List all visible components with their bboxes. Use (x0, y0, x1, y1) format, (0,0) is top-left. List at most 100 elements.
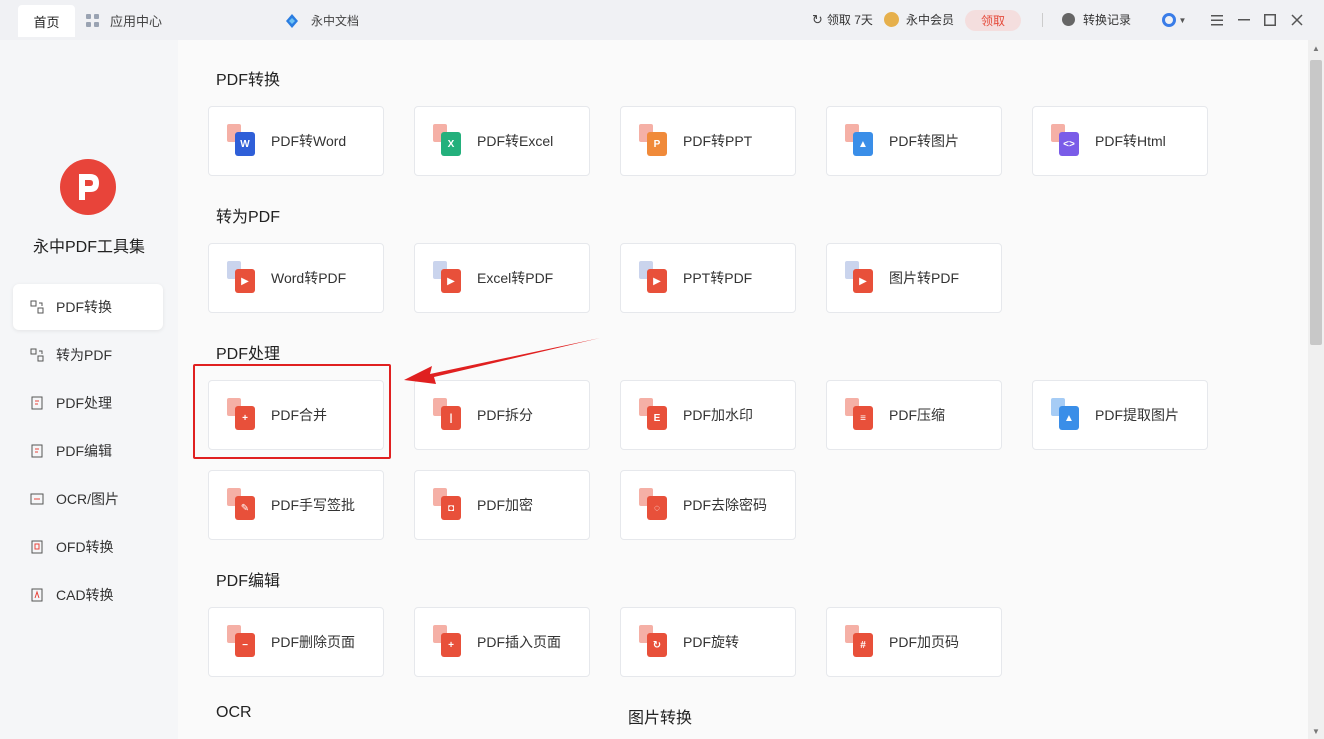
tool-card-label: PDF转图片 (889, 133, 959, 149)
tool-card[interactable]: X PDF转Excel (414, 106, 590, 176)
highlight-box (193, 364, 391, 459)
tool-card[interactable]: ≡ PDF压缩 (826, 380, 1002, 450)
sidebar-item-pdf-convert[interactable]: PDF转换 (13, 284, 163, 330)
file-front-shape: # (853, 633, 873, 657)
yozo-docs-label: 永中文档 (311, 14, 360, 28)
sidebar-item-to-pdf[interactable]: 转为PDF (13, 332, 163, 378)
file-front-shape: ▶ (853, 269, 873, 293)
sidebar-item-pdf-edit[interactable]: PDF编辑 (13, 428, 163, 474)
tool-file-icon: | (431, 398, 465, 432)
file-front-shape: ◌ (647, 496, 667, 520)
tool-card[interactable]: ↻ PDF旋转 (620, 607, 796, 677)
divider (1042, 13, 1043, 27)
tool-card[interactable]: ▶ Word转PDF (208, 243, 384, 313)
app-name: 永中PDF工具集 (32, 239, 145, 256)
file-front-shape: ✎ (235, 496, 255, 520)
claim-button[interactable]: 领取 (965, 10, 1021, 31)
tool-card[interactable]: ◘ PDF加密 (414, 470, 590, 540)
scroll-down-icon[interactable]: ▼ (1310, 725, 1322, 737)
file-front-shape: ▶ (235, 269, 255, 293)
file-front-shape: ▲ (1059, 406, 1079, 430)
file-front-shape: ▲ (853, 132, 873, 156)
tool-card[interactable]: ▶ Excel转PDF (414, 243, 590, 313)
tool-card[interactable]: ▲ PDF提取图片 (1032, 380, 1208, 450)
tool-card[interactable]: # PDF加页码 (826, 607, 1002, 677)
avatar-icon (1161, 13, 1176, 27)
close-icon[interactable] (1289, 12, 1305, 28)
tool-card-label: PDF加页码 (889, 634, 959, 650)
convert-icon (29, 299, 45, 315)
sidebar-item-pdf-process[interactable]: PDF处理 (13, 380, 163, 426)
tool-card-label: PDF加水印 (683, 407, 753, 423)
file-front-shape: − (235, 633, 255, 657)
app-logo-icon (60, 159, 116, 215)
tool-card[interactable]: − PDF删除页面 (208, 607, 384, 677)
chevron-down-icon: ▼ (1178, 15, 1187, 25)
tool-card-label: PDF转Word (271, 133, 347, 149)
tool-card[interactable]: ▶ 图片转PDF (826, 243, 1002, 313)
tool-file-icon: # (843, 625, 877, 659)
file-front-shape: ▶ (441, 269, 461, 293)
file-front-shape: X (441, 132, 461, 156)
tool-file-icon: ↻ (637, 625, 671, 659)
minimize-icon[interactable] (1236, 12, 1252, 28)
section-title-pdf-process: PDF处理 (216, 346, 281, 363)
ofd-icon (29, 539, 45, 555)
tool-file-icon: <> (1049, 124, 1083, 158)
sidebar-item-label: CAD转换 (56, 587, 114, 603)
file-front-shape: | (441, 406, 461, 430)
account-menu[interactable]: ▼ (1160, 12, 1188, 28)
history-label: 转换记录 (1083, 13, 1132, 27)
tool-card[interactable]: ▲ PDF转图片 (826, 106, 1002, 176)
cad-icon (29, 587, 45, 603)
maximize-icon[interactable] (1262, 12, 1278, 28)
file-front-shape: E (647, 406, 667, 430)
tool-card-label: PPT转PDF (683, 270, 753, 286)
tool-card-label: PDF转PPT (683, 133, 753, 149)
section-title-pdf-edit: PDF编辑 (216, 573, 281, 590)
section-title-pdf-convert: PDF转换 (216, 72, 281, 89)
sidebar-item-label: OFD转换 (56, 539, 114, 555)
tool-card-label: PDF手写签批 (271, 497, 355, 513)
tool-card[interactable]: | PDF拆分 (414, 380, 590, 450)
yozo-docs-link[interactable]: 永中文档 (284, 12, 359, 29)
tool-card-label: PDF压缩 (889, 407, 945, 423)
scrollbar-thumb[interactable] (1310, 60, 1322, 345)
sidebar-item-ofd[interactable]: OFD转换 (13, 524, 163, 570)
tool-card-label: PDF提取图片 (1095, 407, 1179, 423)
member-link[interactable]: 永中会员 (884, 11, 954, 28)
file-front-shape: + (441, 633, 461, 657)
tool-file-icon: X (431, 124, 465, 158)
file-front-shape: <> (1059, 132, 1079, 156)
sidebar-item-label: PDF转换 (56, 299, 112, 315)
tool-card[interactable]: P PDF转PPT (620, 106, 796, 176)
sidebar-item-label: 转为PDF (56, 347, 112, 363)
tool-card[interactable]: <> PDF转Html (1032, 106, 1208, 176)
tool-card[interactable]: ◌ PDF去除密码 (620, 470, 796, 540)
tool-card[interactable]: + PDF插入页面 (414, 607, 590, 677)
tool-file-icon: ▶ (637, 261, 671, 295)
tool-card[interactable]: W PDF转Word (208, 106, 384, 176)
tab-home[interactable]: 首页 (18, 5, 75, 37)
tool-card[interactable]: ▶ PPT转PDF (620, 243, 796, 313)
ocr-icon (29, 491, 45, 507)
tool-card-label: PDF转Excel (477, 133, 554, 149)
sidebar-item-ocr[interactable]: OCR/图片 (13, 476, 163, 522)
sidebar-item-label: PDF处理 (56, 395, 112, 411)
tool-file-icon: ▲ (843, 124, 877, 158)
tool-card-label: Word转PDF (271, 270, 347, 286)
document-edit-icon (29, 443, 45, 459)
tab-app-center[interactable]: 应用中心 (86, 11, 162, 30)
history-link[interactable]: 转换记录 (1062, 11, 1131, 28)
menu-icon[interactable] (1209, 12, 1225, 28)
tool-card[interactable]: ✎ PDF手写签批 (208, 470, 384, 540)
claim-days-link[interactable]: ↻ 领取 7天 (812, 11, 873, 28)
tool-card-label: PDF去除密码 (683, 497, 767, 513)
scroll-up-icon[interactable]: ▲ (1310, 42, 1322, 54)
sidebar-item-cad[interactable]: CAD转换 (13, 572, 163, 618)
clock-icon (1062, 13, 1075, 26)
tool-file-icon: ◘ (431, 488, 465, 522)
tool-card[interactable]: E PDF加水印 (620, 380, 796, 450)
tool-card-label: Excel转PDF (477, 270, 554, 286)
tool-card-label: PDF加密 (477, 497, 533, 513)
